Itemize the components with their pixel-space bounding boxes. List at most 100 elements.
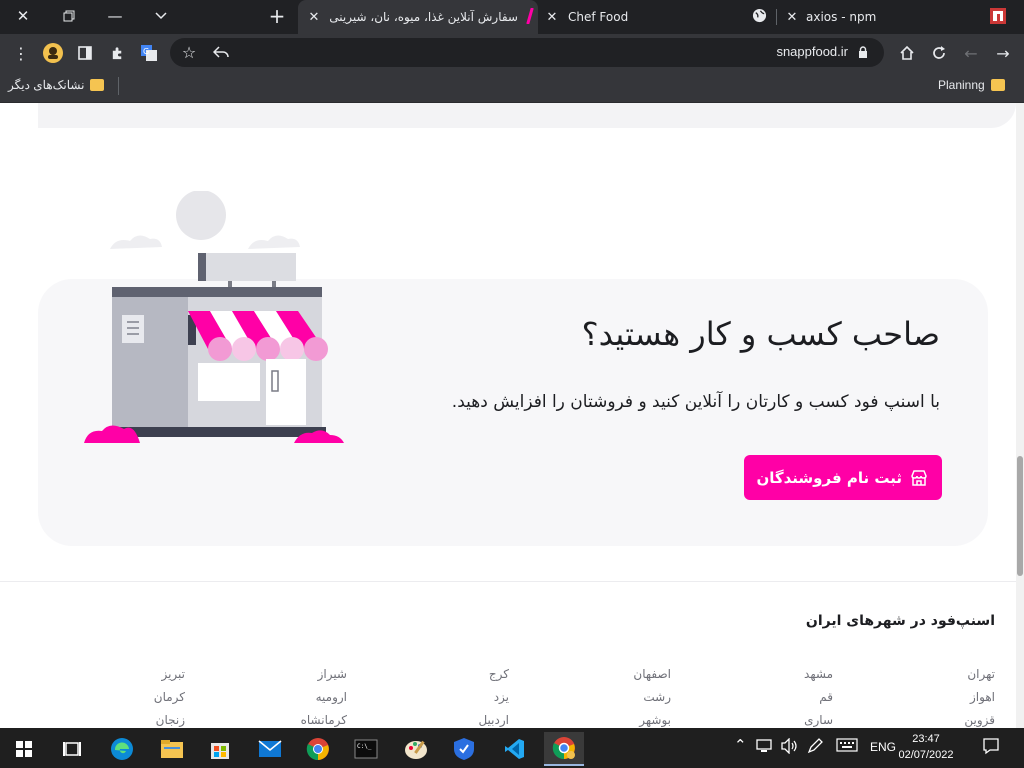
tab-strip: ✕ — + ✕ سفارش آنلاین غذا، میوه، نان، شیر… [0, 0, 1024, 34]
vendor-signup-label: ثبت نام فروشندگان [756, 468, 902, 487]
scrollbar-thumb[interactable] [1017, 456, 1023, 576]
extensions-puzzle-icon[interactable] [104, 40, 130, 66]
chrome-taskbar-button[interactable] [298, 732, 338, 766]
chrome-profile-icon [552, 737, 575, 760]
tab-snappfood[interactable]: ✕ سفارش آنلاین غذا، میوه، نان، شیرینی [298, 0, 538, 34]
lock-icon[interactable] [850, 39, 876, 65]
city-column: تهران اهواز قزوین [875, 663, 995, 728]
tab-search-button[interactable] [138, 0, 184, 32]
store-icon [911, 469, 927, 486]
city-column: شیراز ارومیه کرمانشاه [227, 663, 347, 728]
forward-arrow-icon[interactable]: → [990, 40, 1016, 66]
tab-close-icon[interactable]: ✕ [544, 10, 560, 25]
city-link[interactable]: بوشهر [551, 709, 671, 728]
start-button[interactable] [4, 732, 44, 766]
file-explorer-button[interactable] [152, 732, 192, 766]
new-tab-button[interactable]: + [266, 6, 288, 28]
terminal-taskbar-button[interactable]: C:\_ [346, 732, 386, 766]
notifications-icon[interactable] [982, 737, 1000, 758]
tab-close-icon[interactable]: ✕ [784, 10, 800, 25]
menu-kebab-icon[interactable]: ⋮ [8, 40, 34, 66]
side-panel-icon[interactable] [72, 40, 98, 66]
bookmark-star-icon[interactable]: ☆ [176, 39, 202, 65]
minimize-window-button[interactable]: — [92, 0, 138, 32]
tab-close-icon[interactable]: ✕ [306, 10, 322, 25]
browser-toolbar: ⋮ G ☆ snappfood.ir ← → [0, 34, 1024, 71]
close-window-button[interactable]: ✕ [0, 0, 46, 32]
store-taskbar-button[interactable] [200, 732, 240, 766]
city-link[interactable]: تهران [875, 663, 995, 686]
windows-logo-icon [16, 741, 32, 757]
chrome-active-taskbar-button[interactable] [544, 732, 584, 766]
folder-icon [990, 79, 1005, 91]
chevron-down-icon [155, 12, 167, 20]
edge-taskbar-button[interactable] [102, 732, 142, 766]
bookmark-other-folder[interactable]: نشانک‌های دیگر [8, 78, 110, 92]
task-view-icon [63, 742, 81, 756]
city-link[interactable]: ساری [713, 709, 833, 728]
page-scrollbar[interactable] [1016, 103, 1024, 728]
city-link[interactable]: کرج [389, 663, 509, 686]
bookmark-planinng-folder[interactable]: Planinng [938, 78, 1011, 92]
tab-chef-food[interactable]: ✕ Chef Food [540, 0, 770, 34]
globe-icon [752, 8, 767, 26]
brave-taskbar-button[interactable] [444, 732, 484, 766]
city-link[interactable]: اهواز [875, 686, 995, 709]
city-link[interactable]: مشهد [713, 663, 833, 686]
edge-icon [111, 738, 133, 760]
city-link[interactable]: زنجان [65, 709, 185, 728]
npm-icon [990, 7, 1006, 27]
clock-time: 23:47 [912, 733, 940, 745]
page-content: صاحب کسب و کار هستید؟ با اسنپ فود کسب و … [0, 103, 1016, 728]
vscode-taskbar-button[interactable] [494, 732, 534, 766]
address-bar[interactable]: ☆ snappfood.ir [170, 38, 884, 67]
pen-icon[interactable] [806, 738, 824, 757]
mail-taskbar-button[interactable] [250, 732, 290, 766]
city-link[interactable]: اردبیل [389, 709, 509, 728]
tray-overflow-chevron-icon[interactable]: ⌃ [734, 736, 747, 754]
task-view-button[interactable] [52, 732, 92, 766]
tab-axios-npm[interactable]: ✕ axios - npm [780, 0, 1010, 34]
restore-icon [63, 10, 75, 22]
city-link[interactable]: اصفهان [551, 663, 671, 686]
paint-taskbar-button[interactable] [396, 732, 436, 766]
city-link[interactable]: رشت [551, 686, 671, 709]
profile-avatar[interactable] [40, 40, 66, 66]
tab-title: Chef Food [568, 10, 629, 24]
bookmark-label: Planinng [938, 78, 985, 92]
volume-icon[interactable] [780, 737, 798, 757]
city-link[interactable]: کرمانشاه [227, 709, 347, 728]
snappfood-icon [524, 7, 536, 27]
mail-icon [258, 740, 282, 757]
touch-keyboard-icon[interactable] [836, 738, 858, 755]
vendor-signup-button[interactable]: ثبت نام فروشندگان [744, 455, 942, 500]
reload-icon[interactable] [926, 40, 952, 66]
google-translate-icon[interactable]: G [136, 40, 162, 66]
share-icon[interactable] [208, 39, 234, 65]
city-column: مشهد قم ساری [713, 663, 833, 728]
home-icon[interactable] [894, 40, 920, 66]
network-icon[interactable] [756, 738, 774, 757]
input-language-indicator[interactable]: ENG [870, 740, 896, 754]
city-link[interactable]: کرمان [65, 686, 185, 709]
bookmarks-bar: نشانک‌های دیگر Planinng [0, 71, 1024, 103]
tab-title: axios - npm [806, 10, 877, 24]
svg-text:G: G [143, 47, 149, 56]
microsoft-store-icon [211, 743, 229, 759]
windows-taskbar: C:\_ ⌃ ENG 23:47 02/07/2022 [0, 728, 1024, 768]
chrome-icon [306, 738, 329, 761]
city-link[interactable]: قم [713, 686, 833, 709]
section-divider [0, 581, 1016, 582]
city-column: کرج یزد اردبیل [389, 663, 509, 728]
city-link[interactable]: قزوین [875, 709, 995, 728]
restore-window-button[interactable] [46, 0, 92, 32]
storefront-illustration [84, 191, 344, 443]
city-link[interactable]: تبریز [65, 663, 185, 686]
city-link[interactable]: ارومیه [227, 686, 347, 709]
taskbar-clock[interactable]: 23:47 02/07/2022 [896, 731, 956, 763]
vendor-subtitle: با اسنپ فود کسب و کارتان را آنلاین کنید … [451, 392, 940, 412]
previous-section-edge [38, 103, 1016, 128]
city-link[interactable]: یزد [389, 686, 509, 709]
back-arrow-icon[interactable]: ← [958, 40, 984, 66]
city-link[interactable]: شیراز [227, 663, 347, 686]
